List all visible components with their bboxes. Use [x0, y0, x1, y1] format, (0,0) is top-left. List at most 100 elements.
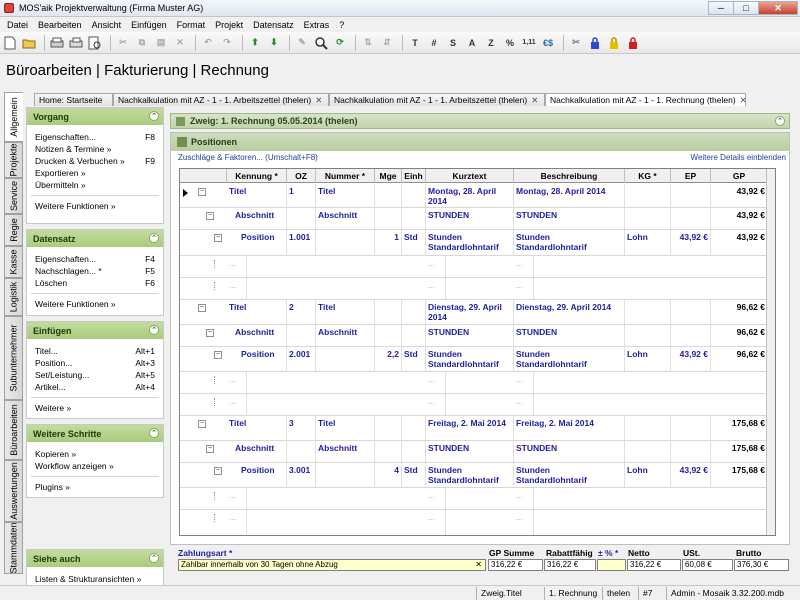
col-kurztext[interactable]: Kurztext	[426, 169, 514, 183]
vtab-allgemein[interactable]: Allgemein	[4, 92, 23, 142]
collapse-icon[interactable]: ⌃	[775, 116, 785, 126]
action-listen[interactable]: Listen & Strukturansichten »	[27, 573, 163, 585]
action-drucken[interactable]: Drucken & Verbuchen » F9	[27, 155, 163, 167]
cell-oz[interactable]: 3	[287, 416, 316, 440]
action-kopieren[interactable]: Kopieren »	[27, 448, 163, 460]
cell-gp[interactable]: 43,92 €	[711, 208, 768, 229]
tree-toggle-icon[interactable]: −	[206, 445, 214, 453]
cell-gp[interactable]: 96,62 €	[711, 325, 768, 346]
tools-icon[interactable]: ✂	[568, 35, 584, 51]
cell-mge[interactable]: 1	[375, 230, 402, 255]
cell-kennung[interactable]: Abschnitt	[227, 441, 287, 462]
cell-kg[interactable]: Lohn	[625, 230, 671, 255]
format-number-icon[interactable]: #	[426, 35, 442, 51]
cell-ep[interactable]: 43,92 €	[671, 463, 711, 487]
cell-besch[interactable]: Montag, 28. April 2014	[514, 184, 625, 207]
cell-besch[interactable]: Freitag, 2. Mai 2014	[514, 416, 625, 440]
col-ep[interactable]: EP	[671, 169, 711, 183]
redo-icon[interactable]: ↷	[219, 35, 235, 51]
move-down-icon[interactable]: ⬇	[266, 35, 282, 51]
menu-format[interactable]: Format	[172, 20, 211, 30]
empty-row[interactable]: .........	[180, 394, 775, 416]
zahlungsart-field[interactable]: Zahlbar innerhalb von 30 Tagen ohne Abzu…	[178, 559, 486, 571]
cell-kg[interactable]	[625, 416, 671, 440]
menu-projekt[interactable]: Projekt	[210, 20, 248, 30]
cell-oz[interactable]	[287, 208, 316, 229]
cell-besch[interactable]: Stunden Standardlohntarif	[514, 230, 625, 255]
empty-row[interactable]: .........	[180, 256, 775, 278]
percent-icon[interactable]: %	[502, 35, 518, 51]
cell-oz[interactable]: 1.001	[287, 230, 316, 255]
action-plugins[interactable]: Plugins »	[27, 481, 163, 493]
cell-einh[interactable]	[402, 300, 426, 324]
print-icon[interactable]	[49, 35, 65, 51]
cell-gp[interactable]: 43,92 €	[711, 184, 768, 207]
delete-icon[interactable]: ✕	[172, 35, 188, 51]
tree-toggle-icon[interactable]: −	[198, 420, 206, 428]
table-row[interactable]: − Titel 3 Titel Freitag, 2. Mai 2014 Freitag,…	[180, 416, 775, 441]
col-oz[interactable]: OZ	[287, 169, 316, 183]
tree-toggle-icon[interactable]: −	[198, 304, 206, 312]
cell-kg[interactable]	[625, 300, 671, 324]
cell-kennung[interactable]: Titel	[227, 300, 287, 324]
action-uebermitteln[interactable]: Übermitteln »	[27, 179, 163, 191]
menu-ansicht[interactable]: Ansicht	[87, 20, 127, 30]
cell-einh[interactable]	[402, 208, 426, 229]
cell-mge[interactable]	[375, 208, 402, 229]
action-titel[interactable]: Titel... Alt+1	[27, 345, 163, 357]
cell-mge[interactable]	[375, 441, 402, 462]
open-folder-icon[interactable]	[21, 35, 37, 51]
cell-kurz[interactable]: STUNDEN	[426, 208, 514, 229]
cell-kg[interactable]	[625, 441, 671, 462]
close-tab-icon[interactable]: ✕	[315, 95, 322, 106]
pencil-icon[interactable]: ✎	[294, 35, 310, 51]
table-row[interactable]: − Position 1.001 1 Std Stunden Standardlohnta…	[180, 230, 775, 256]
cell-einh[interactable]	[402, 325, 426, 346]
cell-besch[interactable]: STUNDEN	[514, 441, 625, 462]
currency-icon[interactable]: €$	[540, 35, 556, 51]
cell-kg[interactable]	[625, 325, 671, 346]
print-preview-icon[interactable]	[87, 35, 103, 51]
empty-row[interactable]: .........	[180, 372, 775, 394]
cell-kurz[interactable]: STUNDEN	[426, 441, 514, 462]
format-a-icon[interactable]: A	[464, 35, 480, 51]
cell-kurz[interactable]: Stunden Standardlohntarif	[426, 347, 514, 371]
minimize-button[interactable]: ─	[708, 1, 734, 15]
tab-arbeitszettel-1[interactable]: Nachkalkulation mit AZ - 1 - 1. Arbeitsz…	[113, 93, 329, 106]
table-row[interactable]: − Titel 1 Titel Montag, 28. April 2014 Montag…	[180, 184, 775, 208]
cell-kg[interactable]: Lohn	[625, 347, 671, 371]
collapse-icon[interactable]: ⌃	[149, 325, 159, 335]
cell-ep[interactable]: 43,92 €	[671, 230, 711, 255]
col-kennung[interactable]: Kennung *	[227, 169, 287, 183]
cell-oz[interactable]	[287, 441, 316, 462]
cell-ep[interactable]	[671, 208, 711, 229]
vtab-subunternehmer[interactable]: Subunternehmer	[4, 316, 23, 400]
cell-mge[interactable]	[375, 300, 402, 324]
empty-row[interactable]: .........	[180, 488, 775, 510]
cell-besch[interactable]: STUNDEN	[514, 325, 625, 346]
lock-yellow-icon[interactable]	[606, 35, 622, 51]
close-button[interactable]: ✕	[758, 1, 798, 15]
cell-kg[interactable]: Lohn	[625, 463, 671, 487]
tree-toggle-icon[interactable]: −	[206, 329, 214, 337]
tree-toggle-icon[interactable]: −	[214, 234, 222, 242]
table-row[interactable]: − Abschnitt Abschnitt STUNDEN STUNDEN 96,62 €	[180, 325, 775, 347]
cell-kurz[interactable]: Montag, 28. April 2014	[426, 184, 514, 207]
new-document-icon[interactable]	[2, 35, 18, 51]
vtab-service[interactable]: Service	[4, 178, 23, 214]
tree-toggle-icon[interactable]: −	[206, 212, 214, 220]
sort-asc-icon[interactable]: ⇅	[360, 35, 376, 51]
menu-datensatz[interactable]: Datensatz	[248, 20, 299, 30]
vtab-projekte[interactable]: Projekte	[4, 142, 23, 178]
cell-kennung[interactable]: Titel	[227, 416, 287, 440]
cell-kg[interactable]	[625, 208, 671, 229]
cell-gp[interactable]: 43,92 €	[711, 230, 768, 255]
cell-mge[interactable]	[375, 184, 402, 207]
cell-ep[interactable]: 43,92 €	[671, 347, 711, 371]
menu-bearbeiten[interactable]: Bearbeiten	[33, 20, 87, 30]
cell-kennung[interactable]: Titel	[227, 184, 287, 207]
col-mge[interactable]: Mge	[375, 169, 402, 183]
cell-kennung[interactable]: Position	[227, 347, 287, 371]
cell-ep[interactable]	[671, 300, 711, 324]
empty-row[interactable]: .........	[180, 510, 775, 535]
